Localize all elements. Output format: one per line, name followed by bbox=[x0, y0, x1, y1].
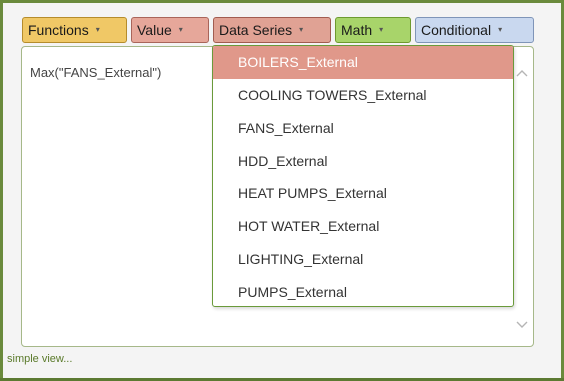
caret-down-icon: ▾ bbox=[379, 24, 384, 34]
caret-down-icon: ▾ bbox=[95, 24, 100, 34]
dropdown-item[interactable]: FANS_External bbox=[213, 112, 513, 145]
data-series-menu-label: Data Series bbox=[219, 22, 293, 38]
conditional-menu-label: Conditional bbox=[421, 22, 492, 38]
dropdown-item[interactable]: PUMPS_External bbox=[213, 275, 513, 306]
dropdown-item[interactable]: HOT WATER_External bbox=[213, 210, 513, 243]
chevron-up-icon[interactable] bbox=[515, 66, 529, 80]
chevron-down-icon[interactable] bbox=[515, 318, 529, 332]
functions-menu-button[interactable]: Functions ▾ bbox=[22, 17, 127, 43]
value-menu-button[interactable]: Value ▾ bbox=[131, 17, 209, 43]
dropdown-item[interactable]: LIGHTING_External bbox=[213, 243, 513, 276]
math-menu-button[interactable]: Math ▾ bbox=[335, 17, 411, 43]
value-menu-label: Value bbox=[137, 22, 172, 38]
dropdown-item[interactable]: HDD_External bbox=[213, 144, 513, 177]
caret-down-icon: ▾ bbox=[498, 24, 503, 34]
simple-view-link[interactable]: simple view... bbox=[7, 353, 72, 365]
conditional-menu-button[interactable]: Conditional ▾ bbox=[415, 17, 534, 43]
formula-expression[interactable]: Max("FANS_External") bbox=[30, 65, 161, 80]
math-menu-label: Math bbox=[341, 22, 373, 38]
dropdown-item[interactable]: COOLING TOWERS_External bbox=[213, 79, 513, 112]
data-series-menu-button[interactable]: Data Series ▾ bbox=[213, 17, 331, 43]
dropdown-item[interactable]: HEAT PUMPS_External bbox=[213, 177, 513, 210]
functions-menu-label: Functions bbox=[28, 22, 89, 38]
caret-down-icon: ▾ bbox=[299, 24, 304, 34]
dropdown-item[interactable]: BOILERS_External bbox=[213, 46, 513, 79]
caret-down-icon: ▾ bbox=[178, 24, 183, 34]
data-series-dropdown: BOILERS_External COOLING TOWERS_External… bbox=[212, 45, 514, 307]
